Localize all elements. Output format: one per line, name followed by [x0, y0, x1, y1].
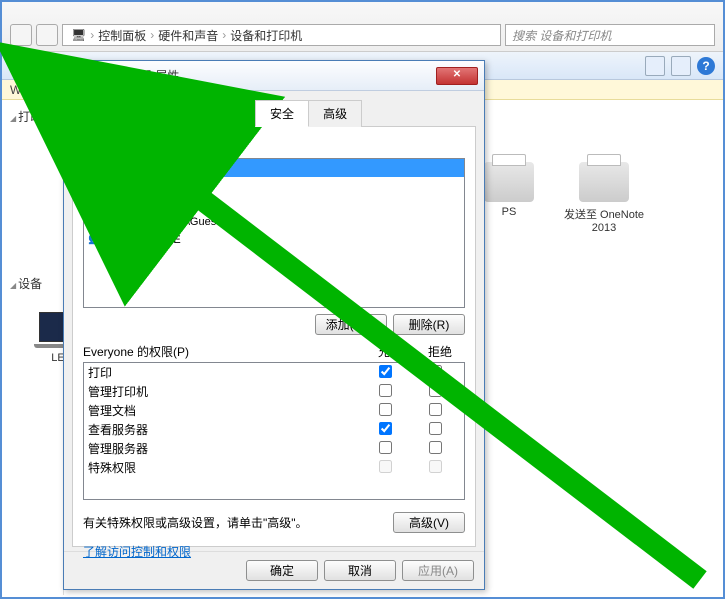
permissions-table: 打印 管理打印机 管理文档 查看服务器 管理服务器 特殊权限 — [83, 362, 465, 500]
permissions-label: Everyone 的权限(P) — [83, 343, 365, 360]
advanced-button[interactable]: 高级(V) — [393, 512, 465, 533]
perm-row: 管理打印机 — [84, 382, 464, 401]
deny-checkbox[interactable] — [429, 384, 442, 397]
help-icon[interactable]: ? — [697, 57, 715, 75]
group-icon — [88, 214, 104, 230]
groups-label: 组或用户名(G): — [83, 137, 465, 154]
device-onenote[interactable]: 发送至 OneNote 2013 — [554, 162, 654, 234]
breadcrumb[interactable]: 🖥 › 控制面板 › 硬件和声音 › 设备和打印机 — [62, 24, 501, 46]
apply-button[interactable]: 应用(A) — [402, 560, 474, 581]
sidebar-item-printers[interactable]: 打印 — [10, 108, 57, 125]
ok-button[interactable]: 确定 — [246, 560, 318, 581]
deny-checkbox[interactable] — [429, 403, 442, 416]
dialog-title: 打印服务器 属性 — [92, 67, 436, 84]
cancel-button[interactable]: 取消 — [324, 560, 396, 581]
user-row-everyone[interactable]: Everyone — [84, 159, 464, 177]
user-row-creator[interactable]: CREATOR OWNER — [84, 177, 464, 195]
tab-forms[interactable]: 表单 — [72, 100, 126, 127]
tab-advanced[interactable]: 高级 — [308, 100, 362, 127]
advanced-text: 有关特殊权限或高级设置，请单击"高级"。 — [83, 514, 393, 531]
device-ps[interactable]: PS — [484, 162, 534, 218]
user-row-administrators[interactable]: Administrators — [84, 195, 464, 213]
deny-checkbox[interactable] — [429, 441, 442, 454]
perm-row: 查看服务器 — [84, 420, 464, 439]
printer-icon — [484, 162, 534, 202]
explorer-header: 🖥 › 控制面板 › 硬件和声音 › 设备和打印机 搜索 设备和打印机 — [2, 2, 723, 52]
group-icon — [88, 196, 104, 212]
view-icon[interactable] — [645, 56, 665, 76]
allow-checkbox[interactable] — [379, 422, 392, 435]
allow-checkbox[interactable] — [379, 384, 392, 397]
deny-column: 拒绝 — [415, 343, 465, 360]
perm-row: 管理服务器 — [84, 439, 464, 458]
group-icon — [88, 160, 104, 176]
group-icon — [88, 232, 104, 248]
folder-icon: 🖥 — [71, 28, 86, 42]
tab-ports[interactable]: 端口 — [125, 100, 179, 127]
users-list[interactable]: Everyone CREATOR OWNER Administrators Gu… — [83, 158, 465, 308]
options-icon[interactable] — [671, 56, 691, 76]
allow-checkbox — [379, 460, 392, 473]
tabs: 表单 端口 驱动程序 安全 高级 — [72, 99, 476, 127]
toolbar-add-device[interactable]: 添加设 — [10, 57, 46, 74]
back-button[interactable] — [10, 24, 32, 46]
close-button[interactable]: ✕ — [436, 67, 478, 85]
deny-checkbox[interactable] — [429, 422, 442, 435]
remove-button[interactable]: 删除(R) — [393, 314, 465, 335]
allow-checkbox[interactable] — [379, 441, 392, 454]
printer-icon — [70, 68, 86, 84]
tab-drivers[interactable]: 驱动程序 — [178, 100, 256, 127]
allow-checkbox[interactable] — [379, 403, 392, 416]
add-button[interactable]: 添加(D)... — [315, 314, 387, 335]
forward-button[interactable] — [36, 24, 58, 46]
deny-checkbox — [429, 460, 442, 473]
perm-row: 管理文档 — [84, 401, 464, 420]
sidebar-item-devices[interactable]: 设备 — [10, 275, 57, 292]
dialog-titlebar[interactable]: 打印服务器 属性 ✕ — [64, 61, 484, 91]
tab-content: 组或用户名(G): Everyone CREATOR OWNER Adminis… — [72, 127, 476, 547]
user-icon — [88, 178, 104, 194]
deny-checkbox[interactable] — [429, 365, 442, 378]
allow-checkbox[interactable] — [379, 365, 392, 378]
print-server-properties-dialog: 打印服务器 属性 ✕ 表单 端口 驱动程序 安全 高级 组或用户名(G): Ev… — [63, 60, 485, 590]
user-row-guests[interactable]: Guests (USER- \Guests) — [84, 213, 464, 231]
perm-row: 特殊权限 — [84, 458, 464, 477]
printer-icon — [579, 162, 629, 202]
perm-row: 打印 — [84, 363, 464, 382]
allow-column: 允许 — [365, 343, 415, 360]
search-input[interactable]: 搜索 设备和打印机 — [505, 24, 715, 46]
learn-more-link[interactable]: 了解访问控制和权限 — [83, 543, 191, 560]
user-row-interactive[interactable]: INTERACTIVE — [84, 231, 464, 249]
tab-security[interactable]: 安全 — [255, 100, 309, 127]
